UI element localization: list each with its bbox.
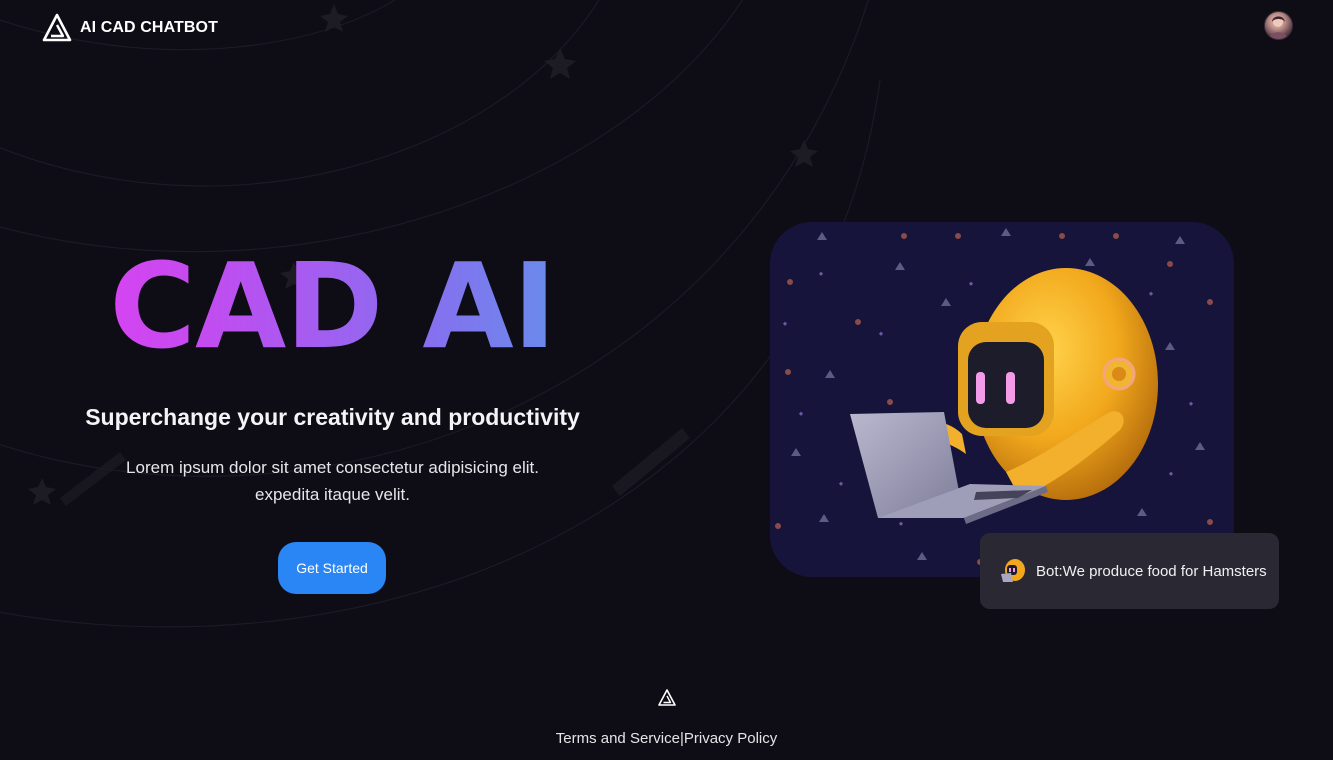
- avatar-image: [1269, 16, 1288, 39]
- brand-name: AI CAD CHATBOT: [80, 19, 218, 36]
- privacy-link[interactable]: Privacy Policy: [684, 730, 777, 747]
- chat-bubble[interactable]: Bot:We produce food for Hamsters: [980, 533, 1279, 609]
- terms-link[interactable]: Terms and Service: [556, 730, 680, 747]
- brand[interactable]: AI CAD CHATBOT: [42, 13, 218, 43]
- footer-links: Terms and Service|Privacy Policy: [0, 730, 1333, 747]
- robot-illustration: [770, 222, 1234, 577]
- chat-message: Bot:We produce food for Hamsters: [1036, 562, 1267, 580]
- user-avatar[interactable]: [1264, 11, 1293, 40]
- hero-description: Lorem ipsum dolor sit amet consectetur a…: [126, 458, 539, 504]
- footer-logo-icon: [658, 689, 676, 706]
- landing-page: AI CAD CHATBOT CAD AI Superchange your c…: [0, 0, 1333, 760]
- bot-icon: [1001, 559, 1025, 582]
- triangle-logo-icon: [42, 13, 72, 42]
- hero-title: CAD AI: [0, 236, 665, 376]
- hero-subtitle: Superchange your creativity and producti…: [85, 404, 580, 430]
- get-started-button[interactable]: Get Started: [278, 542, 386, 594]
